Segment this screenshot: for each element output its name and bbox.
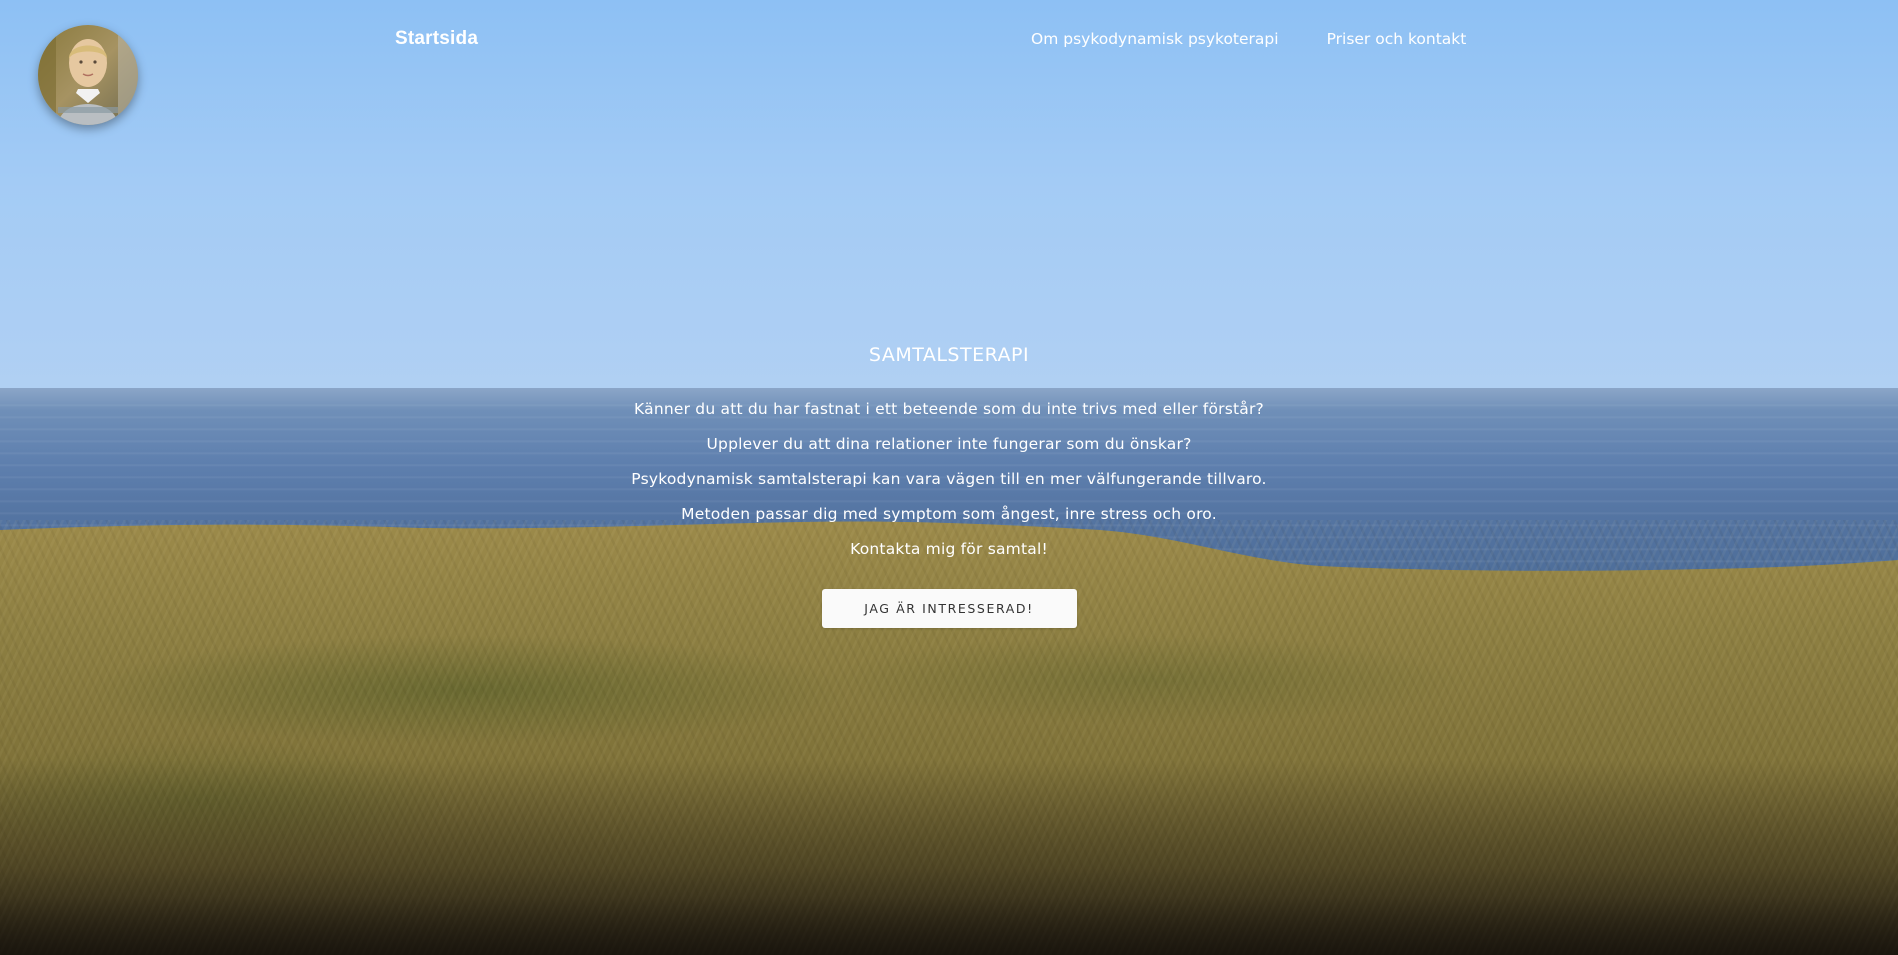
brand-home-link[interactable]: Startsida [395,28,478,50]
interested-button[interactable]: JAG ÄR INTRESSERAD! [821,589,1077,628]
avatar-portrait-icon [38,25,138,125]
hero-line: Psykodynamisk samtalsterapi kan vara väg… [631,470,1267,488]
hero-line: Kontakta mig för samtal! [850,540,1048,558]
nav-item-priser-och-kontakt[interactable]: Priser och kontakt [1327,30,1467,48]
hero-line: Metoden passar dig med symptom som ånges… [681,505,1217,523]
main-nav: Om psykodynamisk psykoterapi Priser och … [1031,30,1466,48]
avatar[interactable] [38,25,138,125]
bottom-shade [0,760,1898,955]
hero-line: Upplever du att dina relationer inte fun… [706,435,1192,453]
hero-text: Känner du att du har fastnat i ett betee… [0,392,1898,567]
nav-item-psykodynamisk-psykoterapi[interactable]: Om psykodynamisk psykoterapi [1031,30,1279,48]
page-title: SAMTALSTERAPI [868,344,1030,366]
hero-line: Känner du att du har fastnat i ett betee… [634,400,1264,418]
hero-content: SAMTALSTERAPI Känner du att du har fastn… [0,340,1898,628]
